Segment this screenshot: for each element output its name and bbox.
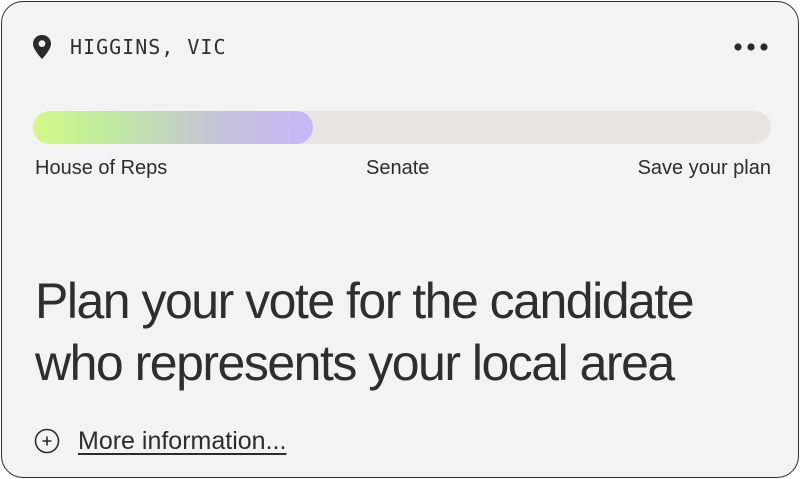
progress-bar bbox=[33, 111, 771, 144]
step-senate: Senate bbox=[366, 157, 430, 179]
more-options-button[interactable] bbox=[730, 35, 768, 59]
header: HIGGINS, VIC bbox=[32, 32, 768, 62]
progress-steps: House of Reps Senate Save your plan bbox=[35, 157, 771, 183]
ballot-plan-card: HIGGINS, VIC House of Reps Senate Save y… bbox=[1, 1, 799, 478]
location-label: HIGGINS, VIC bbox=[70, 35, 227, 59]
step-house-of-reps: House of Reps bbox=[35, 157, 168, 179]
progress-fill bbox=[33, 111, 314, 144]
map-pin-icon bbox=[32, 34, 52, 60]
more-information-link[interactable]: More information... bbox=[34, 424, 286, 458]
step-save-your-plan: Save your plan bbox=[637, 157, 771, 179]
more-information-label[interactable]: More information... bbox=[78, 427, 286, 456]
more-horizontal-icon bbox=[734, 43, 768, 51]
plus-circle-icon bbox=[34, 428, 60, 454]
page-title: Plan your vote for the candidate who rep… bbox=[35, 273, 695, 391]
